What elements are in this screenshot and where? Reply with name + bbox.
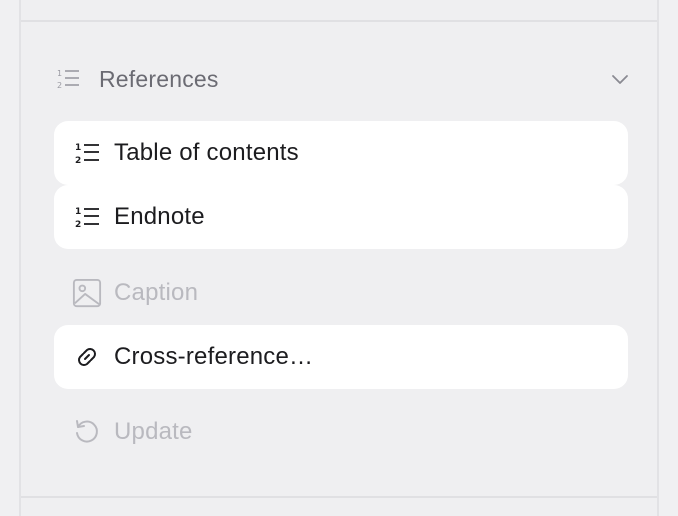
item-label: Caption (114, 279, 199, 306)
table-of-contents-button[interactable]: 1 2 Table of contents (54, 121, 628, 185)
item-label: Table of contents (114, 139, 299, 166)
svg-text:2: 2 (75, 220, 81, 230)
references-section-header[interactable]: 1 2 References (55, 56, 631, 102)
refresh-icon (72, 417, 102, 447)
section-title: References (99, 65, 219, 92)
svg-text:1: 1 (75, 207, 81, 217)
app-window: 1 2 References 1 2 Table of contents 1 2… (0, 0, 678, 516)
numbered-list-icon: 1 2 (72, 138, 102, 168)
svg-text:1: 1 (57, 69, 62, 78)
item-label: Update (114, 418, 193, 445)
link-icon (72, 342, 102, 372)
divider (21, 496, 657, 498)
numbered-list-icon: 1 2 (55, 66, 81, 92)
numbered-list-icon: 1 2 (72, 202, 102, 232)
image-icon (72, 278, 102, 308)
svg-text:2: 2 (75, 156, 81, 166)
update-button[interactable]: Update (54, 400, 628, 464)
cross-reference-button[interactable]: Cross-reference… (54, 325, 628, 389)
chevron-down-icon[interactable] (609, 68, 631, 90)
side-panel: 1 2 References 1 2 Table of contents 1 2… (19, 0, 659, 516)
divider (21, 20, 657, 22)
caption-button[interactable]: Caption (54, 261, 628, 325)
svg-text:1: 1 (75, 143, 81, 153)
item-label: Cross-reference… (114, 343, 314, 370)
endnote-button[interactable]: 1 2 Endnote (54, 185, 628, 249)
item-label: Endnote (114, 203, 205, 230)
svg-text:2: 2 (57, 81, 62, 90)
